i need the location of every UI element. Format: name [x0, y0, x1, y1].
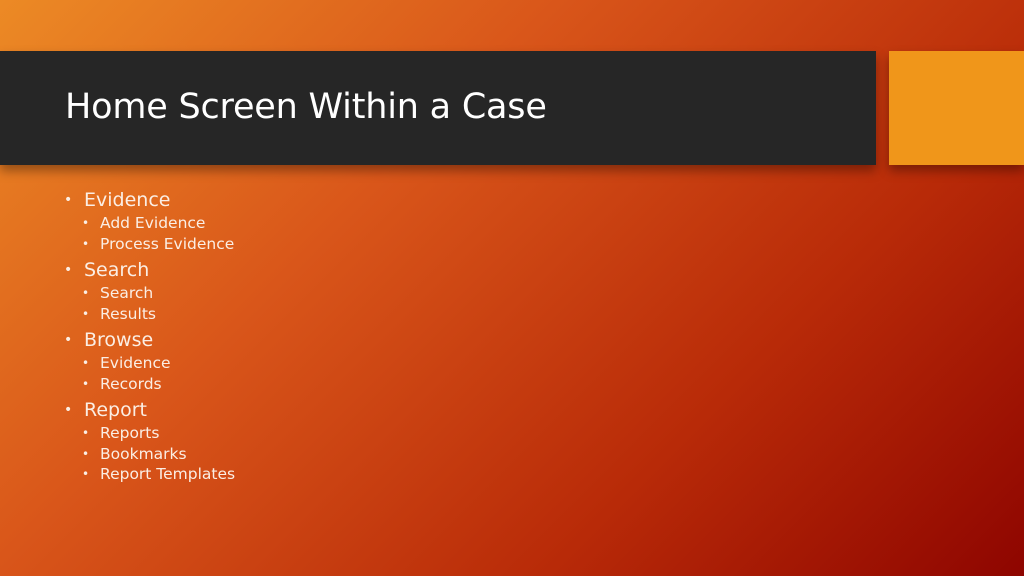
section-search: • Search • Search • Results [62, 258, 235, 324]
bullet-icon: • [82, 376, 90, 391]
item-label: Results [100, 304, 156, 323]
list-item: • Reports [62, 423, 235, 444]
bullet-icon: • [64, 332, 73, 348]
bullet-icon: • [82, 467, 90, 481]
bullet-icon: • [64, 402, 73, 418]
list-item: • Evidence [62, 353, 235, 374]
item-label: Add Evidence [100, 214, 206, 232]
bullet-list: • Evidence • Add Evidence • Process Evidenc… [62, 188, 235, 489]
bullet-icon: • [64, 192, 73, 208]
list-item: • Report Templates [62, 464, 235, 485]
list-item: • Evidence [62, 188, 235, 213]
section-browse: • Browse • Evidence • Records [62, 328, 235, 394]
list-item: • Search [62, 283, 235, 304]
item-label: Records [100, 374, 162, 393]
bullet-icon: • [82, 356, 90, 370]
item-label: Reports [100, 424, 160, 442]
list-item: • Add Evidence [62, 213, 235, 234]
list-item: • Browse [62, 328, 235, 353]
bullet-icon: • [82, 236, 90, 251]
item-label: Report Templates [100, 465, 236, 483]
section-report: • Report • Reports • Bookmarks • Report Temp… [62, 398, 235, 485]
bullet-icon: • [82, 426, 90, 440]
item-label: Search [100, 284, 154, 302]
bullet-icon: • [64, 262, 73, 278]
bullet-icon: • [82, 216, 90, 230]
list-item: • Process Evidence [62, 234, 235, 255]
item-label: Process Evidence [100, 234, 235, 253]
bullet-icon: • [82, 306, 90, 321]
list-item: • Records [62, 374, 235, 395]
section-evidence: • Evidence • Add Evidence • Process Evidenc… [62, 188, 235, 254]
section-label: Search [84, 259, 150, 281]
section-label: Report [84, 399, 147, 421]
accent-square [889, 51, 1024, 165]
list-item: • Results [62, 304, 235, 325]
section-label: Browse [84, 329, 154, 351]
bullet-icon: • [82, 286, 90, 300]
bullet-icon: • [82, 446, 90, 461]
list-item: • Bookmarks [62, 444, 235, 465]
item-label: Evidence [100, 354, 171, 372]
item-label: Bookmarks [100, 444, 187, 463]
slide-title: Home Screen Within a Case [65, 87, 547, 127]
section-label: Evidence [84, 189, 171, 211]
list-item: • Report [62, 398, 235, 423]
list-item: • Search [62, 258, 235, 283]
